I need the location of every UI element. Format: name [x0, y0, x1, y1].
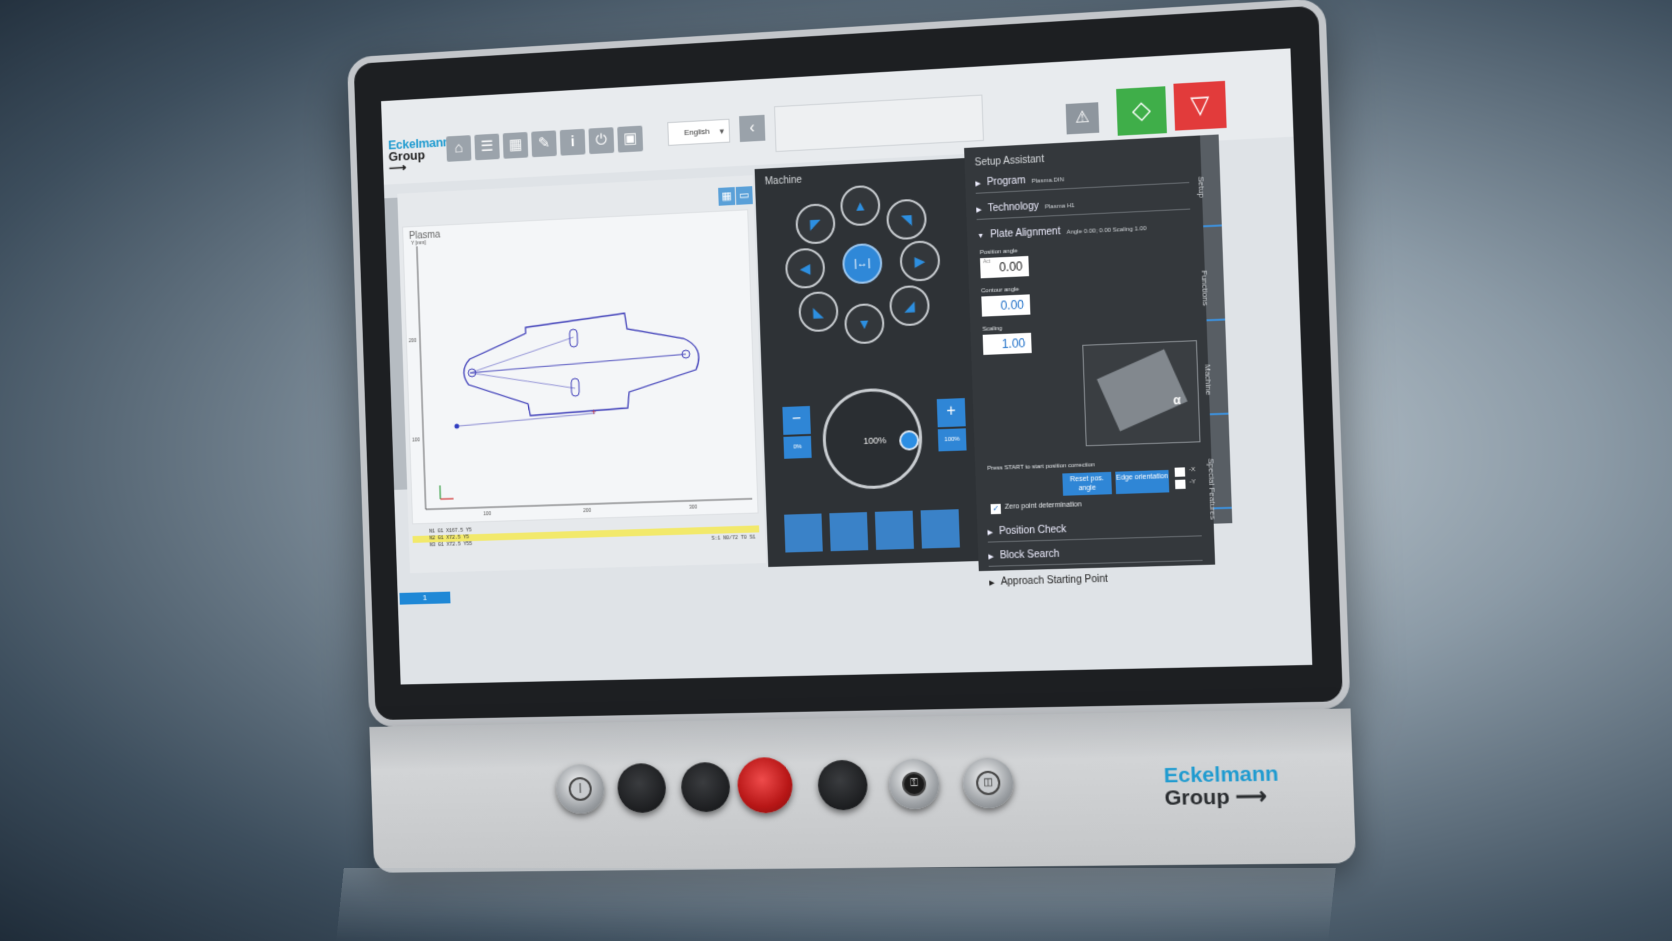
scaling-field[interactable]: 1.00 — [982, 332, 1032, 355]
reset-angle-button[interactable]: Reset pos. angle — [1062, 471, 1112, 496]
override-min-label: 0% — [783, 435, 812, 459]
override-minus-button[interactable]: − — [782, 405, 811, 435]
control-base: | ⚿ ◫ Eckelmann Group ⟶ — [369, 708, 1357, 873]
program-row[interactable]: ▶ Program Plasma.DIN — [975, 162, 1190, 194]
tab-machine[interactable]: Machine — [1203, 322, 1229, 416]
edge-orientation-button[interactable]: Edge orientation — [1115, 469, 1170, 495]
power-key-button[interactable]: | — [555, 763, 606, 814]
info-icon[interactable]: i — [559, 128, 586, 156]
power-icon[interactable]: ⏻ — [588, 127, 615, 155]
jog-right-button[interactable]: ▶ — [899, 239, 941, 282]
page-indicator[interactable]: 1 — [399, 591, 451, 605]
minus-y-checkbox[interactable] — [1175, 479, 1186, 490]
message-field — [774, 94, 984, 153]
setup-title: Setup Assistant — [974, 153, 1045, 169]
start-button[interactable]: ◇ — [1116, 86, 1167, 136]
language-select[interactable]: English ▾ — [667, 118, 731, 146]
y-axis-label: Y [mm] — [411, 240, 426, 247]
override-plus-button[interactable]: + — [936, 398, 966, 428]
back-button[interactable]: ‹ — [739, 114, 766, 143]
jog-upleft-button[interactable]: ◤ — [795, 202, 836, 245]
jog-left-button[interactable]: ◀ — [784, 247, 826, 290]
layout-icon[interactable]: ▦ — [502, 131, 529, 159]
machine-label: Machine — [764, 174, 803, 188]
alignment-diagram: α — [1082, 340, 1201, 447]
list-icon[interactable]: ☰ — [474, 133, 500, 161]
machine-panel: Machine ▲ ◤ ◥ ◀ |↔| ▶ ◣ ◢ ▼ − 0% 100% + … — [754, 158, 979, 567]
zero-point-checkbox[interactable]: ✓ — [990, 503, 1001, 515]
zero-point-label: Zero point determination — [1004, 501, 1082, 511]
scaling-label: Scaling — [982, 325, 1003, 333]
panel-logo: Eckelmann Group ⟶ — [1163, 762, 1279, 810]
approach-start-row[interactable]: ▶ Approach Starting Point — [989, 567, 1204, 593]
jog-downleft-button[interactable]: ◣ — [798, 290, 839, 333]
black-button-3[interactable] — [817, 759, 869, 811]
plot-panel: ▦▭ Plasma Y [mm] 200 100 100 200 300 + — [397, 175, 767, 574]
plasma-plot[interactable]: Plasma Y [mm] 200 100 100 200 300 + — [402, 209, 759, 525]
jog-center-button[interactable]: |↔| — [841, 242, 883, 285]
tab-special-features[interactable]: Special Features — [1206, 416, 1232, 520]
setup-assistant-panel: Setup Assistant ▶ Program Plasma.DIN ▶ Tech… — [964, 135, 1216, 572]
black-button-2[interactable] — [680, 761, 731, 813]
plate-alignment-row[interactable]: ▼ Plate Alignment Angle 0.00; 0.00 Scaling… — [977, 216, 1191, 247]
black-button-1[interactable] — [616, 762, 667, 814]
floor-reflection — [336, 868, 1336, 941]
jog-up-button[interactable]: ▲ — [839, 184, 881, 227]
contour-angle-label: Contour angle — [981, 286, 1020, 295]
jog-down-button[interactable]: ▼ — [843, 302, 885, 345]
position-check-row[interactable]: ▶ Position Check — [987, 515, 1202, 543]
part-contour — [462, 310, 700, 418]
minus-x-checkbox[interactable] — [1174, 467, 1186, 477]
grid-icon[interactable]: ▦ — [718, 187, 736, 206]
hmi-panel: Eckelmann Group ⟶ ⌂ ☰ ▦ ✎ i ⏻ ▣ English ▾ … — [346, 0, 1357, 873]
view-buttons: ▦ ▭ — [718, 185, 754, 207]
function-button-3[interactable] — [874, 510, 914, 550]
xtick-300: 300 — [689, 504, 698, 510]
contour-angle-field[interactable]: 0.00 — [981, 294, 1031, 317]
function-button-2[interactable] — [829, 512, 869, 552]
svg-text:+: + — [591, 407, 596, 417]
wrench-icon[interactable]: ✎ — [531, 130, 557, 158]
dial-knob[interactable] — [898, 429, 920, 451]
stop-button[interactable]: ▽ — [1173, 80, 1227, 131]
contour-svg: Y [mm] 200 100 100 200 300 + — [409, 240, 757, 517]
jog-downright-button[interactable]: ◢ — [888, 284, 931, 327]
feed-override-dial[interactable]: 100% — [821, 386, 924, 491]
override-value: 100% — [863, 435, 887, 447]
jog-upright-button[interactable]: ◥ — [885, 198, 928, 241]
key-switch[interactable]: ⚿ — [888, 758, 940, 810]
ytick-200: 200 — [409, 338, 417, 344]
function-button-4[interactable] — [920, 509, 960, 549]
home-icon[interactable]: ⌂ — [446, 135, 472, 162]
chevron-down-icon: ▾ — [719, 126, 725, 137]
minus-x-label: -X — [1188, 466, 1196, 474]
block-search-row[interactable]: ▶ Block Search — [988, 540, 1203, 567]
function-button-1[interactable] — [784, 513, 823, 553]
position-hint: Press START to start position correction — [987, 462, 1096, 472]
override-max-label: 100% — [937, 428, 967, 452]
folder-icon[interactable]: ▭ — [735, 186, 753, 205]
xtick-200: 200 — [583, 508, 591, 514]
ytick-100: 100 — [412, 437, 420, 443]
nc-status: S:1 N0/72 T0 S1 — [711, 534, 756, 542]
emergency-stop-button[interactable] — [736, 756, 794, 814]
alpha-symbol: α — [1172, 392, 1182, 408]
plate-shape — [1096, 349, 1188, 432]
screen-bezel: Eckelmann Group ⟶ ⌂ ☰ ▦ ✎ i ⏻ ▣ English ▾ … — [346, 0, 1351, 727]
lock-icon[interactable]: ▣ — [617, 125, 644, 153]
position-angle-field[interactable]: Act 0.00 — [979, 255, 1030, 279]
hmi-screen: Eckelmann Group ⟶ ⌂ ☰ ▦ ✎ i ⏻ ▣ English ▾ … — [381, 48, 1313, 685]
technology-row[interactable]: ▶ Technology Plasma H1 — [975, 189, 1191, 220]
metal-button[interactable]: ◫ — [962, 757, 1015, 809]
minus-y-label: -Y — [1189, 479, 1196, 486]
xtick-100: 100 — [483, 511, 491, 517]
brand-logo: Eckelmann Group ⟶ — [387, 134, 451, 176]
tab-setup[interactable]: Setup — [1196, 134, 1222, 228]
warning-icon[interactable]: ⚠ — [1065, 102, 1100, 135]
tab-functions[interactable]: Functions — [1200, 228, 1226, 322]
nc-program-view[interactable]: N1 G1 X167.5 Y5 N2 G1 X72.5 Y5 N3 G1 X72… — [412, 518, 760, 554]
